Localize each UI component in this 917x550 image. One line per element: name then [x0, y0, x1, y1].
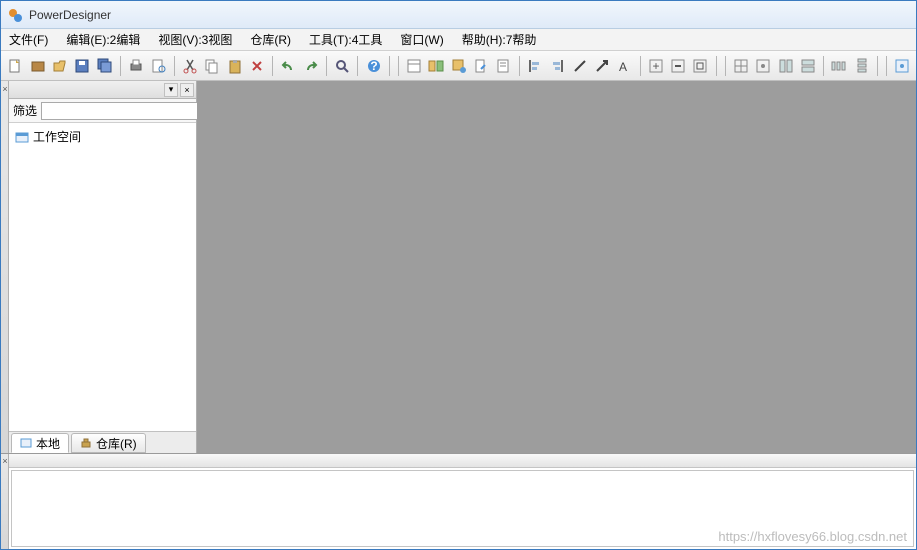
output-grip[interactable] — [9, 454, 916, 468]
separator — [886, 56, 887, 76]
separator — [725, 56, 726, 76]
tab-local-label: 本地 — [36, 435, 60, 452]
export-icon[interactable] — [471, 55, 491, 77]
panel-header: ▾ × — [9, 81, 196, 99]
workspace-icon — [15, 130, 29, 144]
separator — [326, 56, 327, 76]
separator — [823, 56, 824, 76]
svg-text:?: ? — [370, 59, 377, 73]
distribute-v-icon[interactable] — [851, 55, 871, 77]
merge-icon[interactable] — [448, 55, 468, 77]
output-content — [9, 454, 916, 549]
menu-window[interactable]: 窗口(W) — [396, 29, 447, 50]
compare-icon[interactable] — [426, 55, 446, 77]
open-icon[interactable] — [50, 55, 70, 77]
line-icon[interactable] — [569, 55, 589, 77]
redo-icon[interactable] — [301, 55, 321, 77]
report-icon[interactable] — [493, 55, 513, 77]
app-title: PowerDesigner — [29, 8, 111, 22]
separator — [174, 56, 175, 76]
svg-text:A: A — [619, 60, 627, 74]
app-window: PowerDesigner 文件(F) 编辑(E):2编辑 视图(V):3视图 … — [0, 0, 917, 550]
separator — [716, 56, 717, 76]
dock-handle-bottom[interactable]: × — [1, 454, 9, 549]
filter-bar: 筛选 — [9, 99, 196, 123]
separator — [519, 56, 520, 76]
align-right-icon[interactable] — [547, 55, 567, 77]
align-left-icon[interactable] — [525, 55, 545, 77]
browser-tabs: 本地 仓库(R) — [9, 431, 196, 453]
local-icon — [20, 437, 32, 449]
repo-icon — [80, 437, 92, 449]
tab-repo-label: 仓库(R) — [96, 435, 137, 452]
grid-icon[interactable] — [731, 55, 751, 77]
menu-view[interactable]: 视图(V):3视图 — [154, 29, 236, 50]
separator — [357, 56, 358, 76]
filter-input[interactable] — [41, 102, 202, 120]
zoom-in-icon[interactable]: + — [645, 55, 665, 77]
zoom-fit-icon[interactable] — [690, 55, 710, 77]
panel-close-icon[interactable]: × — [180, 83, 194, 97]
dock-close-icon[interactable]: × — [1, 83, 9, 95]
save-all-icon[interactable] — [95, 55, 115, 77]
separator — [640, 56, 641, 76]
output-panel: × — [1, 453, 916, 549]
output-close-icon[interactable]: × — [1, 456, 9, 466]
new-icon[interactable] — [5, 55, 25, 77]
save-icon[interactable] — [72, 55, 92, 77]
find-icon[interactable] — [332, 55, 352, 77]
panel-menu-icon[interactable]: ▾ — [164, 83, 178, 97]
distribute-h-icon[interactable] — [829, 55, 849, 77]
copy-icon[interactable] — [202, 55, 222, 77]
output-text-area[interactable] — [11, 470, 914, 547]
new-model-icon[interactable] — [27, 55, 47, 77]
arrow-icon[interactable] — [592, 55, 612, 77]
tab-repo[interactable]: 仓库(R) — [71, 433, 146, 453]
cut-icon[interactable] — [180, 55, 200, 77]
tree-node-label: 工作空间 — [33, 128, 81, 145]
menu-file[interactable]: 文件(F) — [5, 29, 52, 50]
tree-node-workspace[interactable]: 工作空间 — [15, 127, 190, 146]
snap-icon[interactable] — [753, 55, 773, 77]
menu-tools[interactable]: 工具(T):4工具 — [305, 29, 386, 50]
undo-icon[interactable] — [278, 55, 298, 77]
menu-bar: 文件(F) 编辑(E):2编辑 视图(V):3视图 仓库(R) 工具(T):4工… — [1, 29, 916, 51]
separator — [398, 56, 399, 76]
filter-label: 筛选 — [13, 102, 37, 119]
browser-panel: ▾ × 筛选 工作空间 — [9, 81, 197, 453]
paste-icon[interactable] — [225, 55, 245, 77]
separator — [877, 56, 878, 76]
tab-local[interactable]: 本地 — [11, 433, 69, 453]
properties-icon[interactable] — [404, 55, 424, 77]
menu-help[interactable]: 帮助(H):7帮助 — [458, 29, 541, 50]
svg-text:+: + — [652, 59, 659, 73]
arrange-icon[interactable] — [798, 55, 818, 77]
delete-icon[interactable] — [247, 55, 267, 77]
diagram-icon[interactable] — [892, 55, 912, 77]
menu-repo[interactable]: 仓库(R) — [246, 29, 295, 50]
dock-handle-left[interactable]: × — [1, 81, 9, 453]
layout-icon[interactable] — [775, 55, 795, 77]
print-icon[interactable] — [126, 55, 146, 77]
body: × ▾ × 筛选 — [1, 81, 916, 453]
app-icon — [7, 7, 23, 23]
help-icon[interactable]: ? — [363, 55, 383, 77]
menu-edit[interactable]: 编辑(E):2编辑 — [62, 29, 144, 50]
diagram-canvas[interactable] — [197, 81, 916, 453]
separator — [272, 56, 273, 76]
browser-tree[interactable]: 工作空间 — [9, 123, 196, 431]
print-preview-icon[interactable] — [148, 55, 168, 77]
separator — [120, 56, 121, 76]
title-bar: PowerDesigner — [1, 1, 916, 29]
zoom-out-icon[interactable] — [668, 55, 688, 77]
toolbar: ? A + — [1, 51, 916, 81]
text-icon[interactable]: A — [614, 55, 634, 77]
separator — [389, 56, 390, 76]
